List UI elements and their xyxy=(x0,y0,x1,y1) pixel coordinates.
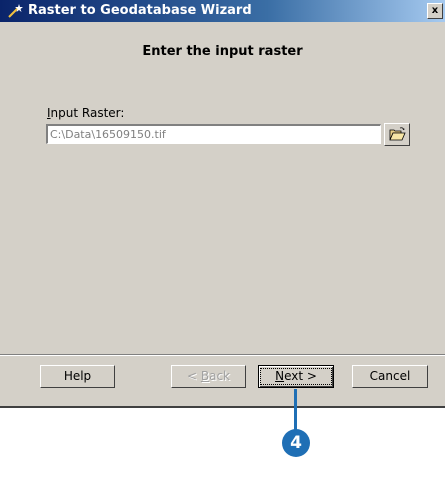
help-button[interactable]: Help xyxy=(40,365,115,388)
wizard-dialog: Raster to Geodatabase Wizard x Enter the… xyxy=(0,0,445,408)
next-button[interactable]: Next > xyxy=(258,365,334,388)
close-button[interactable]: x xyxy=(427,3,443,19)
wizard-wand-icon xyxy=(7,3,23,19)
page-heading: Enter the input raster xyxy=(142,44,303,59)
cancel-button[interactable]: Cancel xyxy=(352,365,428,388)
button-separator xyxy=(0,354,445,356)
browse-button[interactable] xyxy=(384,123,410,146)
window-title: Raster to Geodatabase Wizard xyxy=(28,3,252,18)
window-bottom-edge xyxy=(0,406,445,408)
input-raster-field[interactable] xyxy=(46,124,381,144)
next-focus-rect: Next > xyxy=(260,368,332,385)
title-bar[interactable]: Raster to Geodatabase Wizard x xyxy=(0,0,445,22)
callout-step-number: 4 xyxy=(282,429,310,457)
back-button[interactable]: < Back xyxy=(171,365,246,388)
open-folder-icon xyxy=(389,127,406,141)
input-raster-label: Input Raster: xyxy=(47,106,125,120)
